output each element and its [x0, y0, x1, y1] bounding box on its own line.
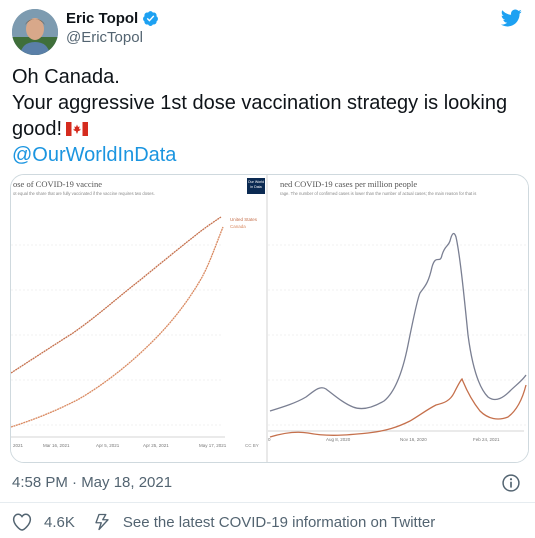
tweet-header: Eric Topol @EricTopol — [12, 7, 523, 57]
tweet-line-2: Your aggressive 1st dose vaccination str… — [12, 92, 508, 114]
right-canada-line — [269, 377, 527, 438]
cases-chart-image[interactable]: ned COVID-19 cases per million people ra… — [268, 175, 528, 462]
heart-icon — [12, 513, 32, 531]
tweet-line-1: Oh Canada. — [12, 66, 120, 88]
tweet-line-3: good! — [12, 116, 517, 142]
right-chart-title: ned COVID-19 cases per million people — [280, 179, 418, 189]
info-icon[interactable] — [501, 473, 521, 493]
left-xtick-2: Apr 5, 2021 — [96, 443, 120, 448]
verified-badge-icon — [143, 11, 159, 26]
covid-info-link[interactable]: See the latest COVID-19 information on T… — [93, 512, 435, 532]
like-count: 4.6K — [44, 513, 75, 531]
author-handle[interactable]: @EricTopol — [66, 29, 159, 46]
owid-mention-link[interactable]: @OurWorldInData — [12, 142, 517, 168]
left-xtick-4: May 17, 2021 — [199, 443, 227, 448]
lightning-icon — [95, 513, 109, 531]
avatar[interactable] — [12, 9, 58, 55]
right-us-line — [269, 232, 527, 412]
left-xtick-0: 2021 — [13, 443, 24, 448]
left-xtick-3: Apr 25, 2021 — [143, 443, 169, 448]
left-us-line — [11, 216, 222, 374]
author-name[interactable]: Eric Topol — [66, 10, 138, 27]
left-legend-us: United States — [230, 217, 258, 222]
canada-flag-icon — [66, 122, 89, 136]
left-canada-line — [11, 226, 224, 428]
right-chart-subtitle: rage. The number of confirmed cases is l… — [280, 191, 477, 196]
tweet-actions: 4.6K See the latest COVID-19 information… — [12, 512, 435, 532]
like-button[interactable]: 4.6K — [12, 512, 75, 532]
tweet-text: Oh Canada. Your aggressive 1st dose vacc… — [12, 64, 517, 168]
left-xtick-1: Mar 16, 2021 — [43, 443, 70, 448]
left-chart-footer: CC BY — [245, 443, 259, 448]
tweet-line-3-text: good! — [12, 118, 63, 140]
left-legend-canada: Canada — [230, 224, 246, 229]
separator — [0, 502, 535, 503]
vaccination-chart-image[interactable]: ose of COVID-19 vaccine ot equal the sha… — [11, 175, 266, 462]
tweet-media[interactable]: ose of COVID-19 vaccine ot equal the sha… — [10, 174, 529, 463]
covid-info-text: See the latest COVID-19 information on T… — [122, 513, 436, 531]
twitter-bird-icon[interactable] — [499, 7, 523, 29]
owid-logo-text: Our World in Data — [247, 178, 265, 194]
tweet-timestamp[interactable]: 4:58 PM · May 18, 2021 — [12, 474, 172, 491]
